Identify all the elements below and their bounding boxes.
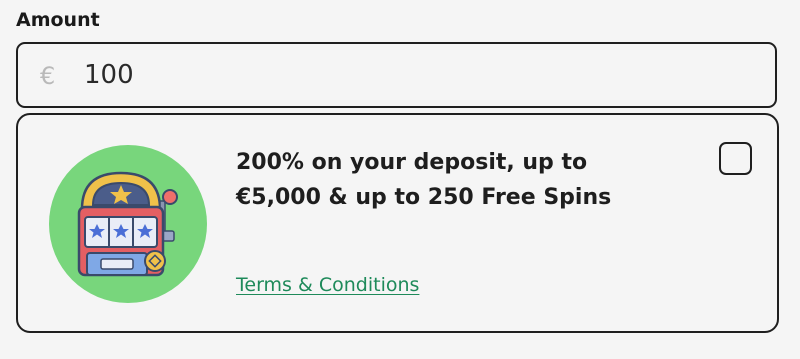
bonus-card[interactable]: 200% on your deposit, up to €5,000 & up … [16,113,779,333]
bonus-title: 200% on your deposit, up to €5,000 & up … [236,145,676,215]
bonus-title-line-2: €5,000 & up to 250 Free Spins [236,185,612,210]
terms-conditions-link[interactable]: Terms & Conditions [236,271,419,299]
slot-machine-icon [49,145,207,303]
amount-field[interactable]: € [16,42,777,108]
amount-input[interactable] [84,55,744,95]
bonus-title-line-1: 200% on your deposit, up to [236,150,588,175]
amount-label: Amount [16,9,100,31]
bonus-select-checkbox[interactable] [719,142,752,175]
currency-symbol: € [40,62,56,90]
